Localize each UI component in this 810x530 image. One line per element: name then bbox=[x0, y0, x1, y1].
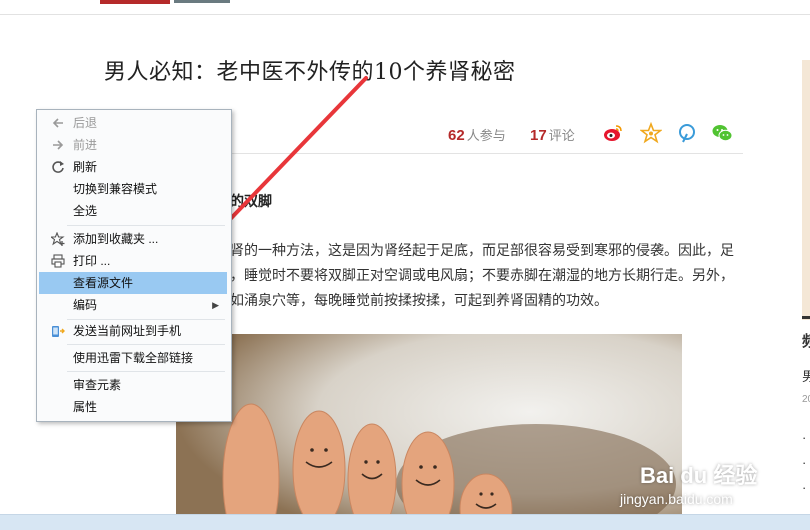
menu-item-print[interactable]: 打印 ... bbox=[39, 250, 227, 272]
menu-item-label: 审查元素 bbox=[73, 378, 122, 392]
menu-item-send-to-phone[interactable]: 发送当前网址到手机 bbox=[39, 320, 227, 342]
menu-item-thunder-download[interactable]: 使用迅雷下载全部链接 bbox=[39, 347, 227, 369]
menu-item-label: 添加到收藏夹 ... bbox=[73, 232, 159, 246]
menu-item-refresh[interactable]: 刷新 bbox=[39, 156, 227, 178]
phone-send-icon bbox=[52, 326, 65, 337]
menu-item-label: 切换到兼容模式 bbox=[73, 182, 158, 196]
menu-item-forward[interactable]: 前进 bbox=[39, 134, 227, 156]
menu-separator bbox=[67, 225, 225, 226]
menu-item-label: 后退 bbox=[73, 116, 98, 130]
menu-item-add-favorite[interactable]: 添加到收藏夹 ... bbox=[39, 228, 227, 250]
refresh-icon bbox=[52, 161, 64, 173]
menu-item-properties[interactable]: 属性 bbox=[39, 396, 227, 418]
submenu-arrow-icon: ▶ bbox=[212, 300, 219, 310]
menu-item-label: 查看源文件 bbox=[73, 276, 134, 290]
menu-item-label: 属性 bbox=[73, 400, 98, 414]
menu-item-back[interactable]: 后退 bbox=[39, 112, 227, 134]
menu-item-label: 刷新 bbox=[73, 160, 98, 174]
menu-separator bbox=[67, 344, 225, 345]
menu-separator bbox=[67, 371, 225, 372]
menu-item-label: 打印 ... bbox=[73, 254, 111, 268]
menu-item-encoding[interactable]: 编码 ▶ bbox=[39, 294, 227, 316]
printer-icon bbox=[51, 254, 65, 268]
context-menu: 后退 前进 刷新 切换到兼容模式 全选 添加到收藏夹 ... 打印 ... 查看… bbox=[36, 109, 232, 422]
menu-item-label: 全选 bbox=[73, 204, 98, 218]
menu-item-inspect-element[interactable]: 审查元素 bbox=[39, 374, 227, 396]
menu-item-label: 使用迅雷下载全部链接 bbox=[73, 351, 194, 365]
menu-item-compat-mode[interactable]: 切换到兼容模式 bbox=[39, 178, 227, 200]
menu-item-select-all[interactable]: 全选 bbox=[39, 200, 227, 222]
star-add-icon bbox=[51, 232, 65, 246]
forward-arrow-icon bbox=[53, 140, 64, 150]
back-arrow-icon bbox=[52, 118, 63, 128]
menu-item-label: 发送当前网址到手机 bbox=[73, 324, 182, 338]
menu-item-view-source[interactable]: 查看源文件 bbox=[39, 272, 227, 294]
menu-item-label: 前进 bbox=[73, 138, 98, 152]
menu-item-label: 编码 bbox=[73, 298, 98, 312]
